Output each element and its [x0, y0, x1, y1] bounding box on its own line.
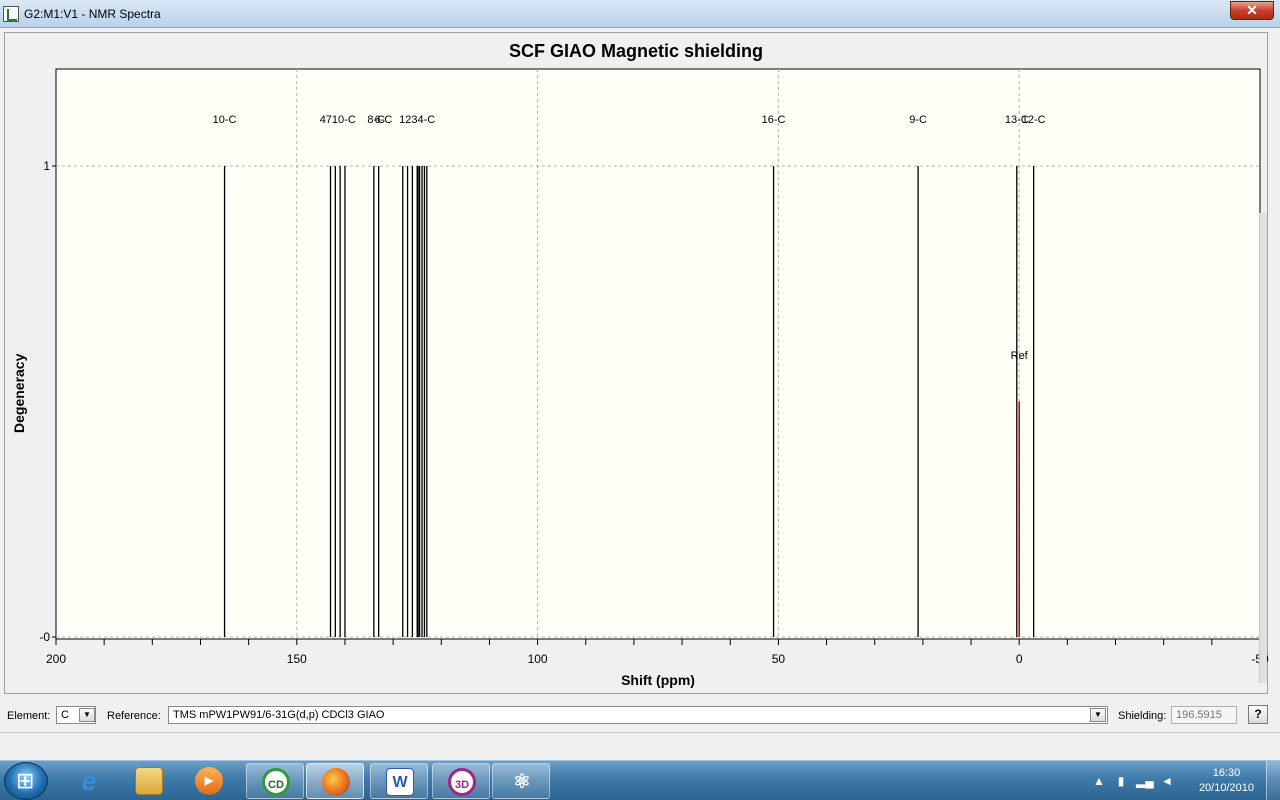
- start-button[interactable]: [4, 762, 48, 800]
- show-hidden-icons-icon[interactable]: ▲: [1092, 774, 1106, 788]
- reference-label: Reference:: [107, 710, 161, 722]
- firefox-icon: [322, 768, 350, 796]
- y-tick-label: -0: [39, 630, 50, 644]
- windows-taskbar: e ▶ CD W 3D ⚛ ▲ ▮ ▂▄ ◄ 16:30 20/10/2010: [0, 760, 1280, 800]
- element-dropdown-arrow-icon[interactable]: ▼: [79, 708, 95, 722]
- peak-label: 9-C: [909, 114, 927, 126]
- reference-select[interactable]: TMS mPW1PW91/6-31G(d,p) CDCl3 GIAO: [168, 706, 1108, 724]
- internet-explorer-icon: e: [81, 766, 97, 796]
- 3d-viewer-icon: 3D: [448, 768, 476, 796]
- peak-label: 16-C: [762, 114, 786, 126]
- nmr-spectrum-plot[interactable]: 1-0200150100500-50Shift (ppm)10-C4710-C8…: [5, 33, 1269, 695]
- system-tray: ▲ ▮ ▂▄ ◄ 16:30 20/10/2010: [1080, 761, 1280, 800]
- element-select-value: C: [61, 709, 69, 721]
- power-icon[interactable]: ▮: [1114, 774, 1128, 788]
- chemsketch-icon: CD: [262, 768, 290, 796]
- peak-label: 4710-C: [320, 114, 356, 126]
- help-button[interactable]: ?: [1248, 705, 1268, 724]
- window-client-area: SCF GIAO Magnetic shielding Degeneracy 1…: [0, 28, 1280, 760]
- gaussview-taskbar-button[interactable]: ⚛: [492, 763, 550, 799]
- status-strip: [0, 732, 1280, 760]
- firefox-taskbar-button[interactable]: [306, 763, 364, 799]
- network-icon[interactable]: ▂▄: [1136, 774, 1154, 788]
- shielding-label: Shielding:: [1118, 710, 1167, 722]
- x-tick-label: 0: [1016, 652, 1023, 666]
- window-title-bar[interactable]: G2:M1:V1 - NMR Spectra ✕: [0, 0, 1280, 28]
- folder-icon: [135, 767, 163, 795]
- molecule-icon: ⚛: [513, 771, 531, 793]
- peak-label: 10-C: [213, 114, 237, 126]
- clock[interactable]: 16:30 20/10/2010: [1199, 766, 1254, 796]
- plot-area: [55, 68, 1261, 640]
- clock-date: 20/10/2010: [1198, 782, 1254, 794]
- peak-label: Ref: [1011, 350, 1029, 362]
- x-tick-label: 200: [46, 652, 66, 666]
- spectrum-chart-panel: SCF GIAO Magnetic shielding Degeneracy 1…: [4, 32, 1269, 695]
- clock-time: 16:30: [1212, 767, 1241, 779]
- word-taskbar-button[interactable]: W: [370, 763, 428, 799]
- reference-dropdown-arrow-icon[interactable]: ▼: [1090, 708, 1106, 722]
- media-player-icon: ▶: [195, 767, 223, 795]
- shielding-value: 196.5915: [1171, 706, 1237, 724]
- peak-label: 1234-C: [399, 114, 435, 126]
- peak-label: 6-C: [375, 114, 393, 126]
- show-desktop-button[interactable]: [1266, 761, 1280, 800]
- x-tick-label: 100: [528, 652, 548, 666]
- chemsketch-taskbar-button[interactable]: CD: [246, 763, 304, 799]
- word-icon: W: [386, 768, 414, 796]
- volume-muted-icon[interactable]: ◄: [1160, 774, 1174, 788]
- controls-row: Element: C ▼ Reference: TMS mPW1PW91/6-3…: [0, 704, 1280, 730]
- element-label: Element:: [7, 710, 51, 722]
- windows-explorer-taskbar-button[interactable]: [120, 763, 178, 799]
- window-title: G2:M1:V1 - NMR Spectra: [24, 7, 161, 21]
- nmr-app-icon: [3, 6, 19, 22]
- reference-select-value: TMS mPW1PW91/6-31G(d,p) CDCl3 GIAO: [173, 709, 385, 721]
- media-player-taskbar-button[interactable]: ▶: [180, 763, 238, 799]
- x-tick-label: 50: [772, 652, 786, 666]
- peak-label: 12-C: [1022, 114, 1046, 126]
- close-button[interactable]: ✕: [1230, 1, 1274, 20]
- x-axis-label: Shift (ppm): [621, 672, 695, 688]
- vertical-scrollbar[interactable]: [1259, 213, 1267, 683]
- 3d-viewer-taskbar-button[interactable]: 3D: [432, 763, 490, 799]
- internet-explorer-taskbar-button[interactable]: e: [60, 763, 118, 799]
- y-tick-label: 1: [43, 159, 50, 173]
- x-tick-label: 150: [287, 652, 307, 666]
